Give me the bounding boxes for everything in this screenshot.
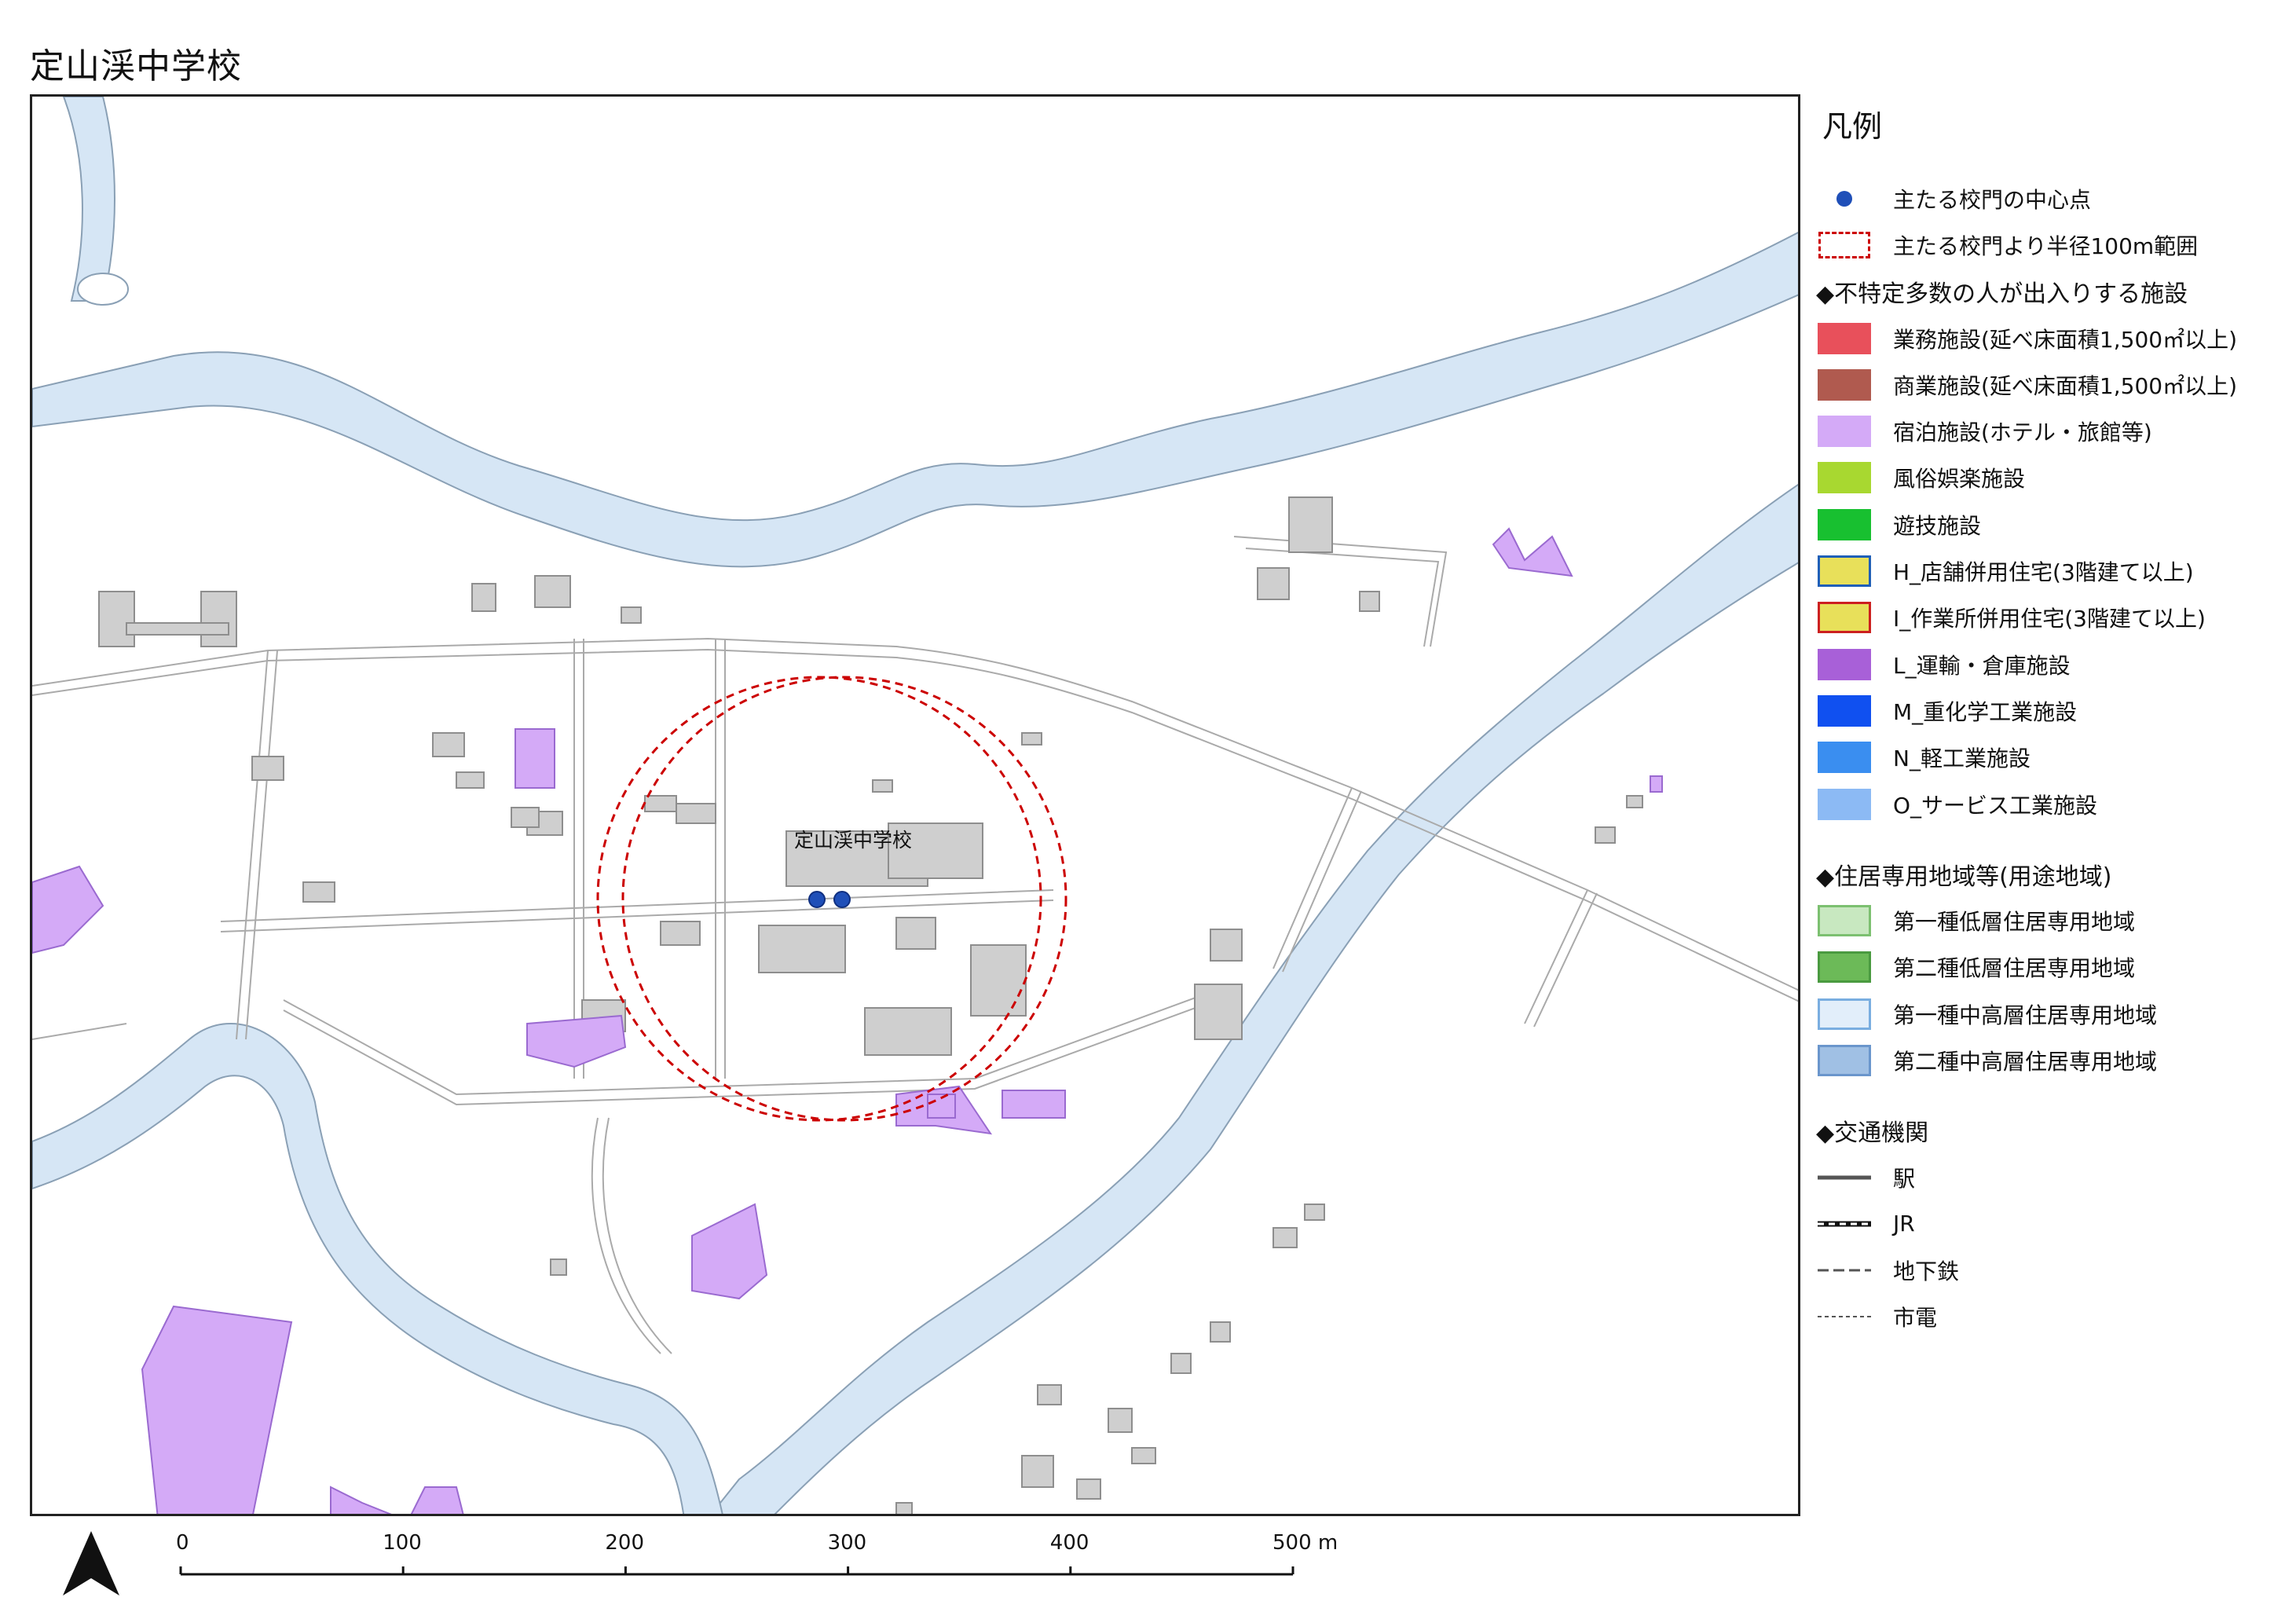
legend-facility-label: M_重化学工業施設 (1893, 698, 2078, 725)
scale-tick-label: 100 (383, 1531, 422, 1555)
legend-zone-label: 第一種低層住居専用地域 (1893, 909, 2136, 936)
buffer-icon (1818, 231, 1870, 258)
legend-facility-label: 商業施設(延べ床面積1,500㎡以上) (1893, 372, 2238, 399)
legend-facility-label: 宿泊施設(ホテル・旅館等) (1893, 419, 2152, 446)
legend-transport-label: 市電 (1893, 1305, 1938, 1332)
legend-facility-label: 遊技施設 (1893, 512, 1982, 539)
legend-transport-1: JR (1816, 1200, 2287, 1247)
legend-facility-8: M_重化学工業施設 (1816, 687, 2287, 734)
legend-transport-0: 駅 (1816, 1154, 2287, 1200)
legend-item-gate-point: 主たる校門の中心点 (1816, 175, 2287, 222)
legend-zone-3: 第二種中高層住居専用地域 (1816, 1037, 2287, 1083)
legend-facility-label: O_サービス工業施設 (1893, 792, 2098, 819)
legend-title: 凡例 (1822, 109, 1883, 144)
legend-facility-swatch-icon (1818, 368, 1871, 401)
legend-zones-list: 第一種低層住居専用地域 第二種低層住居専用地域 第一種中高層住居専用地域 第二種中高層… (1816, 897, 2287, 1083)
legend: 凡例 主たる校門の中心点 主たる校門より半径100m範囲 ◆不特定多数の人が出入… (1816, 102, 2287, 1340)
legend-transport-label: 駅 (1893, 1165, 1916, 1192)
gate-point-2[interactable] (833, 891, 851, 908)
north-arrow-icon (63, 1531, 119, 1596)
scale-tick-label: 500 m (1273, 1531, 1338, 1555)
transport-solid-icon (1818, 1175, 1871, 1180)
scale-tick-label: 0 (176, 1531, 189, 1555)
legend-facility-swatch-icon (1818, 648, 1871, 680)
legend-transport-label: JR (1893, 1211, 1915, 1237)
scale-tick-label: 400 (1050, 1531, 1089, 1555)
legend-transport-list: 駅 JR 地下鉄市電 (1816, 1154, 2287, 1340)
legend-facility-swatch-icon (1818, 416, 1871, 448)
legend-transport-heading: ◆交通機関 (1816, 1119, 1929, 1148)
legend-facility-swatch-icon (1818, 322, 1871, 354)
transport-dotted-icon (1818, 1316, 1871, 1318)
legend-zone-swatch-icon (1818, 905, 1871, 937)
map-frame[interactable]: 定山渓中学校 (30, 94, 1800, 1516)
legend-zone-2: 第一種中高層住居専用地域 (1816, 991, 2287, 1037)
transport-dashed-icon (1818, 1269, 1871, 1272)
legend-facility-9: N_軽工業施設 (1816, 735, 2287, 781)
legend-facility-2: 宿泊施設(ホテル・旅館等) (1816, 408, 2287, 454)
legend-facility-label: I_作業所併用住宅(3階建て以上) (1893, 606, 2206, 632)
scale-tick-label: 200 (605, 1531, 644, 1555)
legend-facility-swatch-icon (1818, 694, 1871, 727)
legend-facility-6: I_作業所併用住宅(3階建て以上) (1816, 595, 2287, 641)
legend-facility-label: L_運輸・倉庫施設 (1893, 652, 2071, 679)
legend-zone-label: 第一種中高層住居専用地域 (1893, 1002, 2158, 1028)
legend-facility-5: H_店舗併用住宅(3階建て以上) (1816, 548, 2287, 594)
legend-facility-label: H_店舗併用住宅(3階建て以上) (1893, 559, 2194, 586)
legend-zone-swatch-icon (1818, 998, 1871, 1030)
legend-facilities-heading: ◆不特定多数の人が出入りする施設 (1816, 280, 2188, 309)
river-upper (32, 231, 1798, 568)
legend-transport-2: 地下鉄 (1816, 1247, 2287, 1294)
legend-zone-label: 第二種低層住居専用地域 (1893, 955, 2136, 982)
gate-point-icon (1836, 190, 1852, 207)
legend-zone-swatch-icon (1818, 1044, 1871, 1076)
legend-facility-swatch-icon (1818, 788, 1871, 820)
legend-facility-swatch-icon (1818, 555, 1871, 588)
legend-facility-label: N_軽工業施設 (1893, 746, 2031, 772)
legend-zone-label: 第二種中高層住居専用地域 (1893, 1048, 2158, 1075)
legend-facility-7: L_運輸・倉庫施設 (1816, 641, 2287, 687)
transport-rail-icon (1818, 1221, 1871, 1227)
river-island (77, 273, 129, 306)
legend-facility-10: O_サービス工業施設 (1816, 781, 2287, 827)
scale-tick-label: 300 (828, 1531, 867, 1555)
scale-bar: 0 100 200 300 400 500 m (176, 1531, 1338, 1576)
buildings (98, 496, 1643, 1514)
page-title: 定山渓中学校 (30, 46, 242, 86)
legend-facility-3: 風俗娯楽施設 (1816, 455, 2287, 501)
legend-facility-label: 業務施設(延べ床面積1,500㎡以上) (1893, 326, 2238, 353)
legend-facility-swatch-icon (1818, 602, 1871, 634)
legend-zone-1: 第二種低層住居専用地域 (1816, 944, 2287, 991)
legend-facilities-list: 業務施設(延べ床面積1,500㎡以上) 商業施設(延べ床面積1,500㎡以上) 宿泊… (1816, 315, 2287, 827)
legend-facility-swatch-icon (1818, 508, 1871, 540)
legend-facility-1: 商業施設(延べ床面積1,500㎡以上) (1816, 361, 2287, 408)
river-east (710, 483, 1798, 1514)
map-canvas[interactable]: 定山渓中学校 (32, 97, 1800, 1516)
river-northwest (62, 97, 115, 302)
legend-facility-label: 風俗娯楽施設 (1893, 466, 2026, 493)
school-label: 定山渓中学校 (794, 829, 912, 852)
legend-facility-swatch-icon (1818, 462, 1871, 494)
legend-item-buffer: 主たる校門より半径100m範囲 (1816, 222, 2287, 268)
legend-zone-0: 第一種低層住居専用地域 (1816, 897, 2287, 943)
legend-zones-heading: ◆住居専用地域等(用途地域) (1816, 863, 2112, 891)
gate-point-1[interactable] (808, 891, 826, 908)
legend-facility-4: 遊技施設 (1816, 501, 2287, 548)
legend-transport-label: 地下鉄 (1893, 1258, 1960, 1285)
legend-facility-0: 業務施設(延べ床面積1,500㎡以上) (1816, 315, 2287, 361)
legend-zone-swatch-icon (1818, 951, 1871, 984)
legend-transport-3: 市電 (1816, 1294, 2287, 1340)
legend-facility-swatch-icon (1818, 742, 1871, 774)
